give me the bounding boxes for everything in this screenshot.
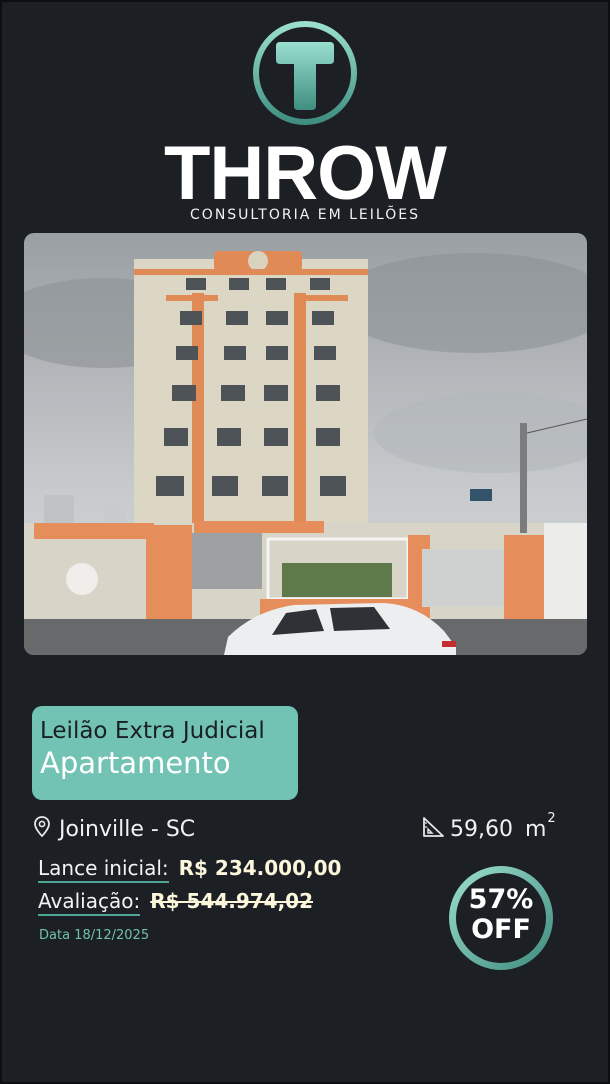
brand-tagline: CONSULTORIA EM LEILÕES bbox=[190, 207, 420, 223]
discount-text: 57% OFF bbox=[445, 885, 557, 945]
property-photo bbox=[24, 233, 587, 655]
ruler-triangle-icon bbox=[422, 815, 446, 843]
appraisal-row: Avaliação: R$ 544.974,02 bbox=[38, 889, 313, 916]
area-value: 59,60 bbox=[450, 816, 513, 842]
discount-percent: 57% bbox=[468, 884, 534, 915]
initial-bid-row: Lance inicial: R$ 234.000,00 bbox=[38, 856, 341, 883]
discount-off: OFF bbox=[471, 914, 531, 945]
location-text: Joinville - SC bbox=[59, 816, 196, 842]
location-row: Joinville - SC bbox=[33, 814, 195, 844]
map-pin-icon bbox=[33, 815, 51, 843]
auction-type: Leilão Extra Judicial bbox=[40, 718, 265, 744]
area-unit: m2 bbox=[524, 810, 556, 842]
area-row: 59,60 m2 bbox=[422, 810, 556, 844]
throw-logo-icon bbox=[252, 20, 358, 126]
brand-name: THROW bbox=[163, 131, 447, 216]
initial-bid-label: Lance inicial: bbox=[38, 856, 169, 883]
auction-tag: Leilão Extra Judicial Apartamento bbox=[32, 706, 298, 800]
appraisal-label: Avaliação: bbox=[38, 889, 141, 916]
property-type: Apartamento bbox=[40, 746, 231, 780]
initial-bid-value: R$ 234.000,00 bbox=[178, 856, 342, 880]
auction-date: Data 18/12/2025 bbox=[39, 928, 150, 943]
appraisal-value: R$ 544.974,02 bbox=[150, 889, 314, 913]
